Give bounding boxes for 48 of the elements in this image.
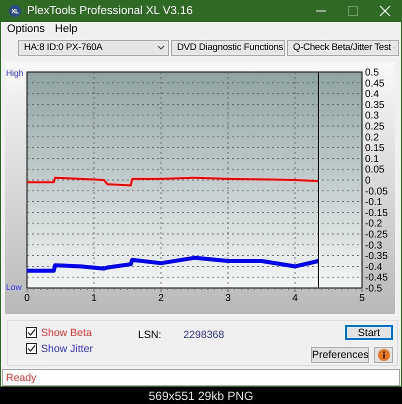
chevron-down-icon — [156, 44, 166, 52]
y-tick-label: -0.15 — [365, 208, 388, 219]
y-tick-label: 0.4 — [365, 88, 379, 100]
app-logo-icon — [9, 5, 21, 17]
y-tick-label: 0.2 — [365, 132, 379, 144]
checkbox[interactable] — [26, 343, 37, 354]
preferences-button[interactable]: Preferences — [311, 346, 369, 363]
info-button[interactable] — [374, 346, 393, 363]
low-label: Low — [6, 282, 22, 292]
lsn-label: LSN: — [138, 328, 162, 341]
x-tick-label: 2 — [158, 292, 164, 304]
menu-item[interactable]: Help — [54, 23, 78, 36]
y-tick-label: -0.3 — [365, 240, 382, 252]
y-tick-label: 0.05 — [365, 164, 384, 176]
x-tick-label: 5 — [359, 292, 365, 304]
y-tick-label: -0.1 — [365, 196, 382, 208]
window-title: PlexTools Professional XL V3.16 — [27, 5, 194, 17]
x-tick-label: 1 — [91, 292, 97, 304]
high-label: High — [6, 68, 24, 78]
x-tick-label: 4 — [292, 292, 298, 304]
info-icon — [378, 348, 390, 361]
x-tick-label: 0 — [24, 292, 30, 304]
checkbox[interactable] — [26, 327, 37, 338]
start-button[interactable]: Start — [345, 324, 393, 340]
menu-item[interactable]: Options — [7, 23, 45, 36]
lsn-value: 2298368 — [183, 328, 224, 341]
y-tick-label: 0.1 — [365, 154, 379, 165]
y-tick-label: -0.05 — [365, 186, 388, 198]
dropdown[interactable]: HA:8 ID:0 PX-760A — [18, 40, 169, 56]
y-tick-label: 0.3 — [365, 110, 379, 122]
y-tick-label: -0.25 — [365, 229, 388, 240]
status-text: Ready — [2, 369, 400, 386]
y-tick-label: -0.5 — [365, 283, 382, 294]
y-tick-label: 0.5 — [365, 67, 379, 78]
y-tick-label: -0.2 — [365, 218, 382, 230]
y-tick-label: 0.35 — [365, 100, 384, 111]
checkbox-label[interactable]: Show Jitter — [41, 342, 93, 355]
y-tick-label: -0.4 — [365, 262, 382, 273]
x-tick-label: 3 — [225, 292, 231, 304]
y-tick-label: -0.45 — [365, 272, 388, 284]
y-tick-label: 0 — [365, 175, 371, 186]
y-tick-label: 0.25 — [365, 121, 384, 132]
dropdown[interactable]: Q-Check Beta/Jitter Test — [287, 40, 399, 56]
y-tick-label: -0.35 — [365, 250, 388, 262]
dropdown[interactable]: DVD Diagnostic Functions — [171, 40, 285, 56]
y-tick-label: 0.45 — [365, 78, 384, 90]
y-tick-label: 0.15 — [365, 142, 384, 154]
image-caption: 569x551 29kb PNG — [148, 388, 254, 404]
